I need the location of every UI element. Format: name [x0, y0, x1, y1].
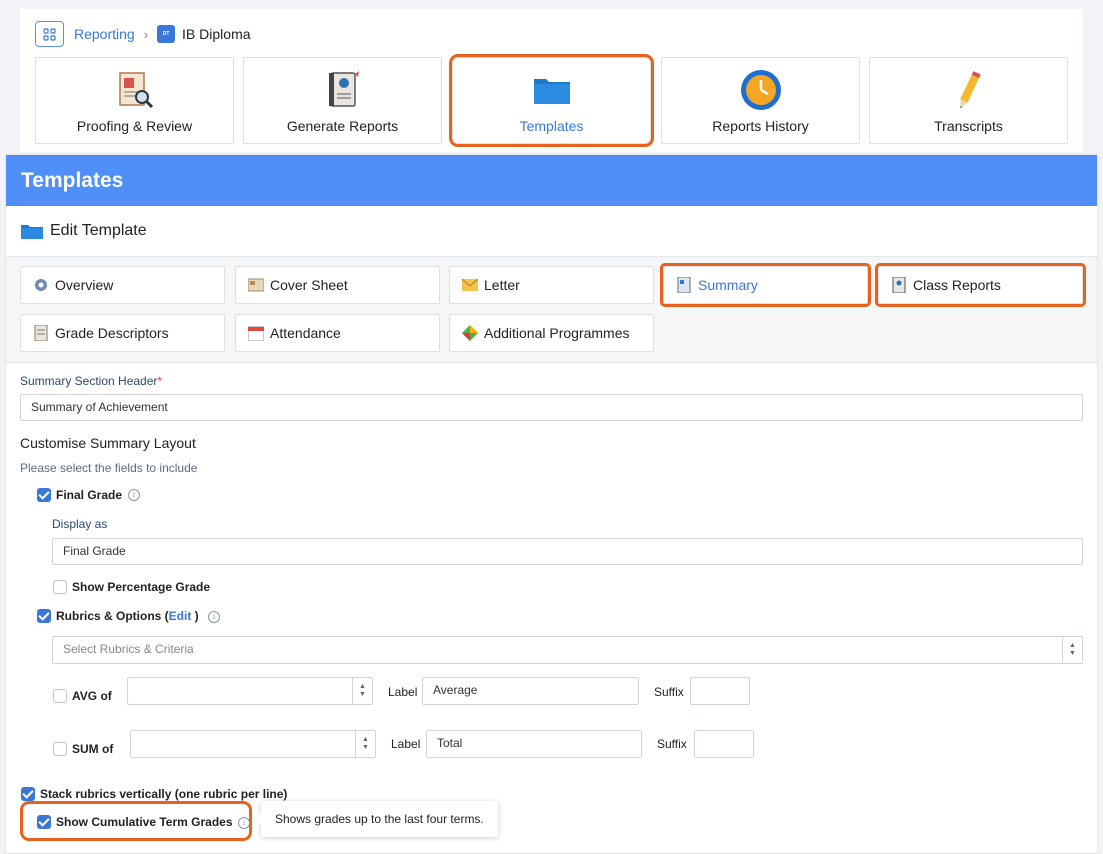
ib-diploma-icon: DT [157, 25, 176, 43]
nav-tile-proofing-review[interactable]: Proofing & Review [35, 57, 234, 144]
tab-label: Class Reports [913, 277, 1001, 293]
templates-panel: Templates Edit Template Overview Cover S… [5, 154, 1098, 854]
tab-attendance[interactable]: Attendance [235, 314, 440, 352]
nav-tile-label: Transcripts [934, 118, 1003, 134]
show-percentage-label: Show Percentage Grade [72, 580, 211, 594]
show-percentage-checkbox[interactable] [53, 580, 67, 594]
display-as-label: Display as [52, 517, 108, 531]
nav-tile-reports-history[interactable]: Reports History [661, 57, 860, 144]
gear-icon [33, 277, 49, 293]
rubrics-select-placeholder: Select Rubrics & Criteria [63, 642, 194, 656]
panel-title: Templates [6, 155, 1097, 206]
nav-tile-label: Generate Reports [286, 118, 399, 134]
final-grade-label: Final Grade [56, 488, 123, 502]
customise-layout-title: Customise Summary Layout [20, 435, 196, 451]
tab-overview[interactable]: Overview [20, 266, 225, 304]
avg-suffix-text: Suffix [654, 685, 684, 699]
info-icon[interactable]: i [208, 611, 220, 623]
layout-hint: Please select the fields to include [20, 461, 198, 475]
breadcrumb-current: IB Diploma [182, 26, 251, 42]
proofing-icon [36, 68, 233, 112]
sum-label-text: Label [391, 737, 421, 751]
reporting-nav-card: Reporting › DT IB Diploma Proofing & Rev… [20, 9, 1083, 152]
cumulative-tooltip: Shows grades up to the last four terms. [255, 801, 498, 837]
folder-icon [21, 225, 43, 239]
clock-icon [662, 68, 859, 112]
tab-letter[interactable]: Letter [449, 266, 654, 304]
stack-rubrics-label: Stack rubrics vertically (one rubric per… [40, 787, 288, 801]
tab-label: Summary [698, 277, 758, 293]
select-arrows-icon: ▲ ▼ [355, 731, 375, 757]
pencil-icon [870, 68, 1067, 112]
avg-label-text: Label [388, 685, 418, 699]
required-mark: * [157, 374, 163, 388]
tab-label: Letter [484, 277, 520, 293]
breadcrumb: Reporting › DT IB Diploma [35, 21, 251, 47]
info-icon[interactable]: i [128, 489, 140, 501]
nav-tile-templates[interactable]: Templates [449, 54, 654, 147]
rubrics-edit-link[interactable]: Edit [169, 609, 192, 623]
cumulative-grades-label: Show Cumulative Term Grades [56, 815, 233, 829]
chevron-right-icon: › [143, 26, 149, 42]
display-as-input[interactable]: Final Grade [52, 538, 1083, 565]
avg-suffix-input[interactable] [690, 677, 750, 705]
tab-additional-programmes[interactable]: Additional Programmes [449, 314, 654, 352]
rubrics-select[interactable]: Select Rubrics & Criteria ▲ ▼ [52, 636, 1083, 664]
breadcrumb-reporting-link[interactable]: Reporting [74, 26, 135, 42]
info-icon[interactable]: i [238, 817, 250, 829]
tab-label: Grade Descriptors [55, 325, 169, 341]
report-cards-icon [244, 68, 441, 112]
envelope-icon [462, 277, 478, 293]
final-grade-checkbox[interactable] [37, 488, 51, 502]
tab-label: Attendance [270, 325, 341, 341]
summary-icon [676, 277, 692, 293]
stack-rubrics-checkbox[interactable] [21, 787, 35, 801]
avg-label: AVG of [72, 689, 112, 703]
ib-badge-text: DT [162, 31, 170, 37]
tab-label: Overview [55, 277, 114, 293]
avg-of-select[interactable]: ▲ ▼ [127, 677, 373, 705]
select-arrows-icon: ▲ ▼ [1062, 637, 1082, 663]
avg-checkbox[interactable] [53, 689, 67, 703]
rubrics-label-text: Rubrics & Options ( [56, 609, 169, 623]
apps-grid-button[interactable] [35, 21, 64, 47]
sum-suffix-input[interactable] [694, 730, 754, 758]
edit-template-title: Edit Template [50, 222, 147, 239]
grade-descriptors-icon [33, 325, 49, 341]
section-header-label-text: Summary Section Header [20, 374, 158, 388]
nav-tile-generate-reports[interactable]: Generate Reports [243, 57, 442, 144]
rubrics-label-close: ) [191, 609, 199, 623]
section-header-input[interactable]: Summary of Achievement [20, 394, 1083, 421]
tab-label: Additional Programmes [484, 325, 630, 341]
class-reports-icon [891, 277, 907, 293]
programmes-icon [462, 325, 478, 341]
select-arrows-icon: ▲ ▼ [352, 678, 372, 704]
tab-class-reports[interactable]: Class Reports [875, 263, 1086, 307]
sum-of-select[interactable]: ▲ ▼ [130, 730, 376, 758]
folder-icon [453, 68, 650, 112]
avg-label-input[interactable]: Average [422, 677, 639, 705]
section-header-label: Summary Section Header* [20, 374, 162, 388]
rubrics-label: Rubrics & Options (Edit ) [56, 609, 199, 623]
nav-tile-label: Proofing & Review [76, 118, 193, 134]
sum-suffix-text: Suffix [657, 737, 687, 751]
cumulative-grades-checkbox[interactable] [37, 815, 51, 829]
sum-label-input[interactable]: Total [426, 730, 642, 758]
nav-tile-label: Templates [519, 118, 584, 134]
template-tabs: Overview Cover Sheet Letter Summary Clas… [6, 257, 1097, 363]
edit-template-header: Edit Template [6, 206, 1097, 257]
calendar-icon [248, 325, 264, 341]
nav-tile-transcripts[interactable]: Transcripts [869, 57, 1068, 144]
sum-label: SUM of [72, 742, 114, 756]
nav-tile-label: Reports History [712, 118, 809, 134]
tab-label: Cover Sheet [270, 277, 348, 293]
tab-cover-sheet[interactable]: Cover Sheet [235, 266, 440, 304]
rubrics-checkbox[interactable] [37, 609, 51, 623]
tab-grade-descriptors[interactable]: Grade Descriptors [20, 314, 225, 352]
tab-summary[interactable]: Summary [660, 263, 871, 307]
cover-sheet-icon [248, 277, 264, 293]
grid-icon [43, 27, 56, 41]
sum-checkbox[interactable] [53, 742, 67, 756]
